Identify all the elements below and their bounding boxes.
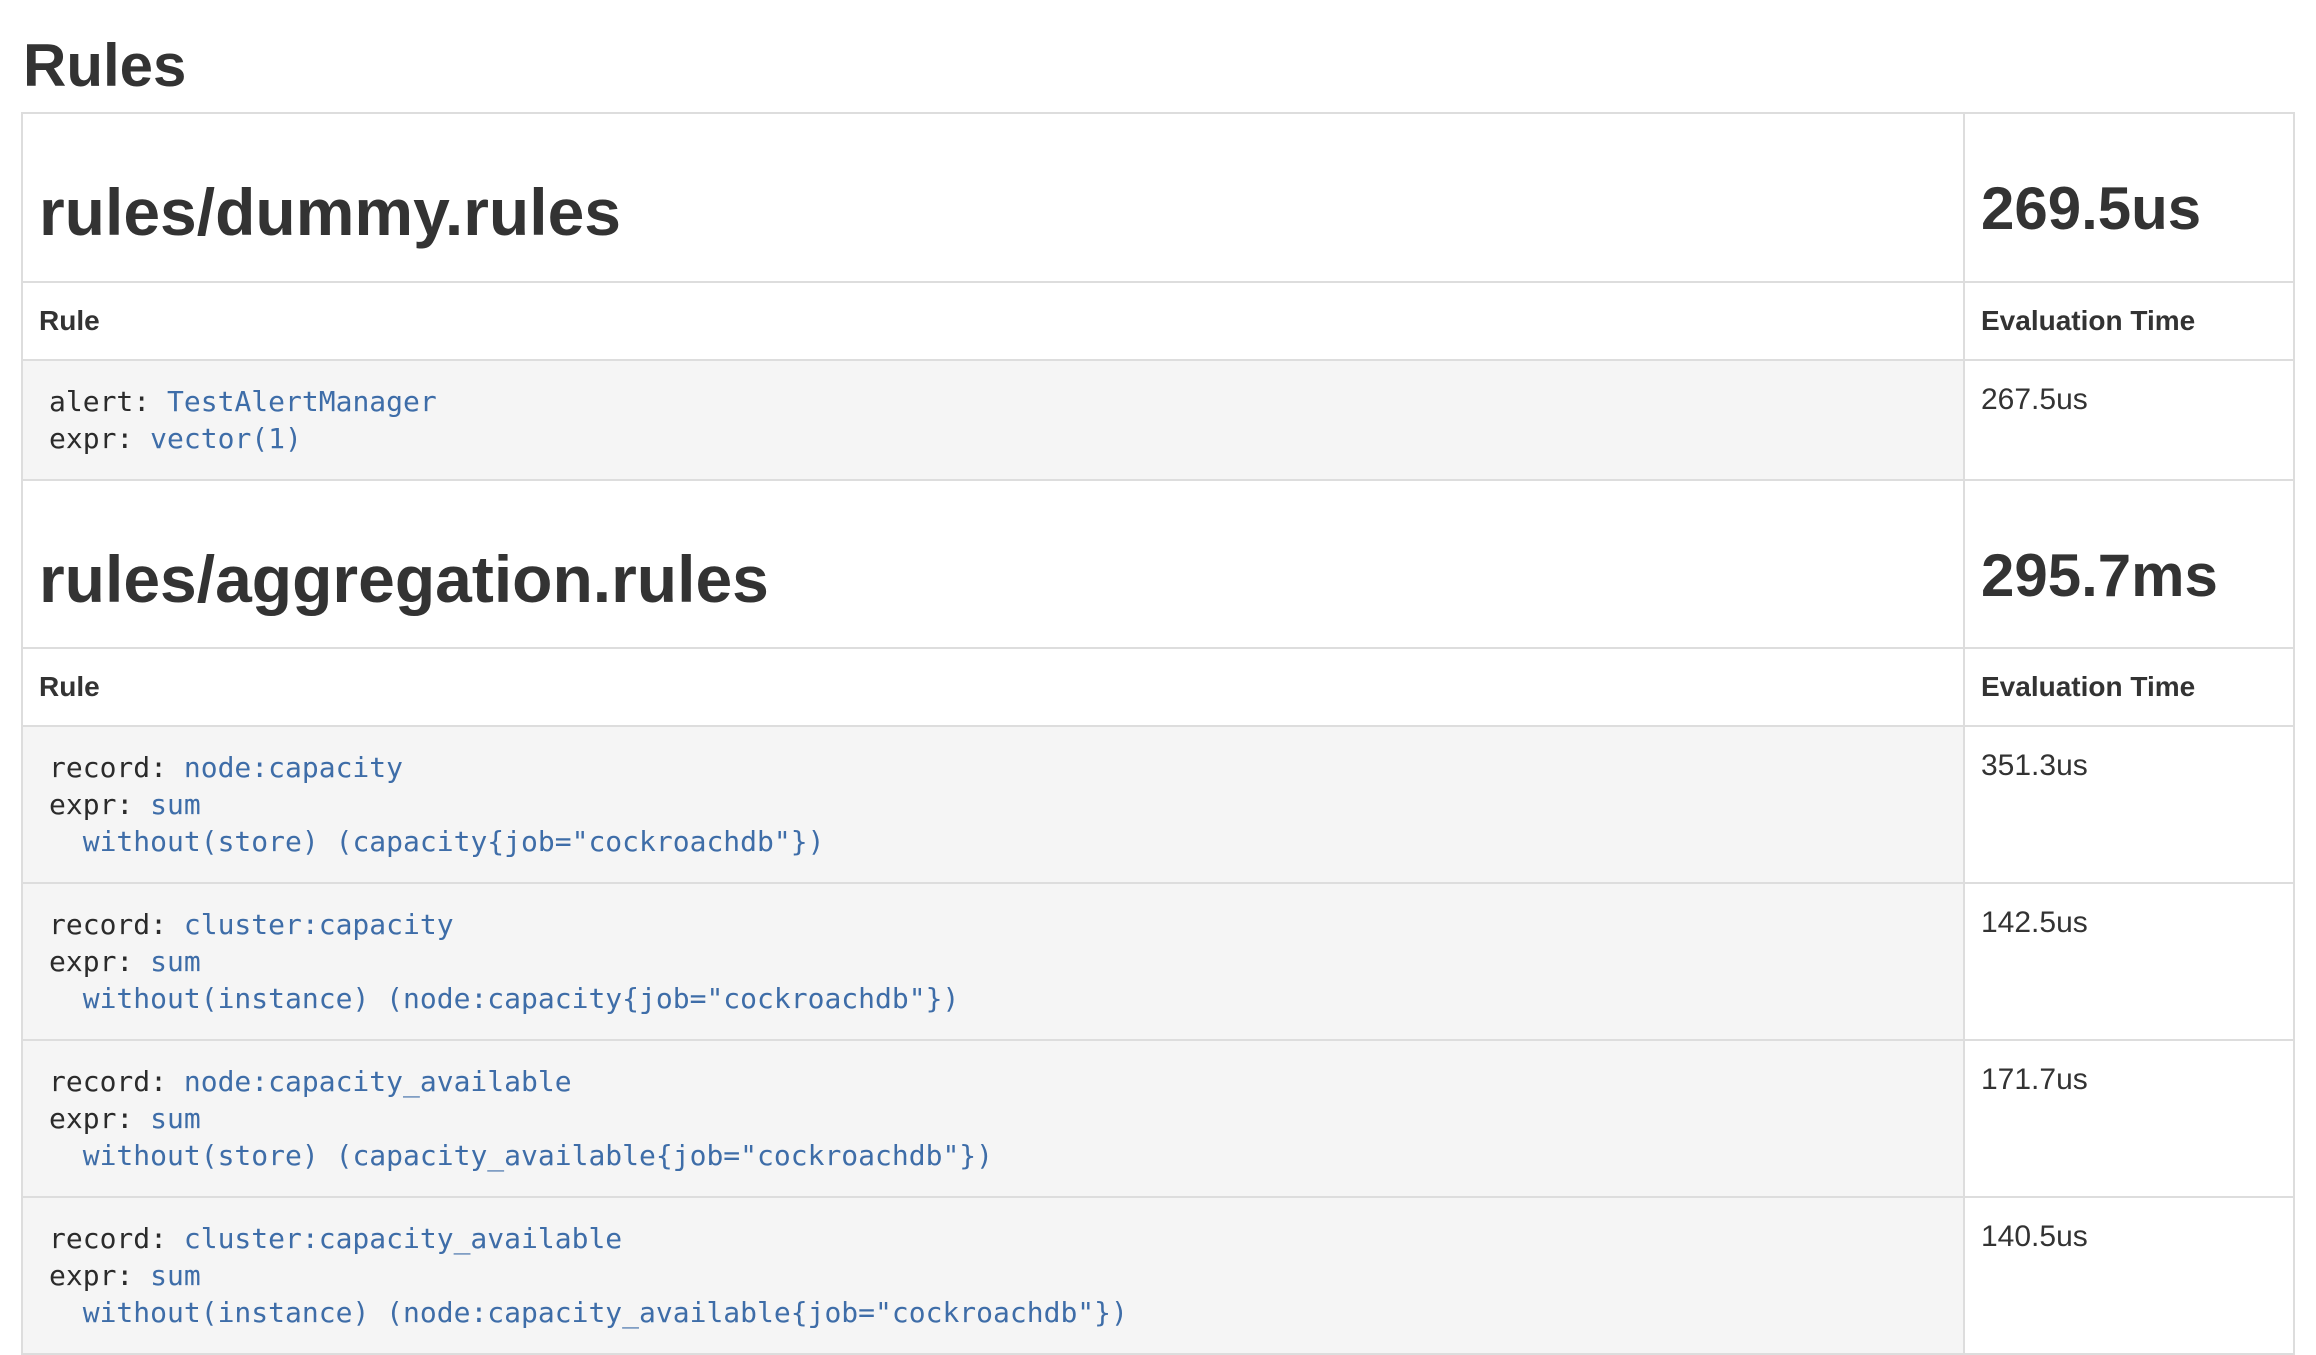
rule-code-line: expr: sum (49, 1100, 1937, 1137)
rule-code-key: record: (49, 1065, 184, 1098)
rule-link[interactable]: cluster:capacity (184, 908, 454, 941)
group-time-cell: 295.7ms (1964, 480, 2294, 649)
rule-cell: alert: TestAlertManagerexpr: vector(1) (22, 360, 1964, 480)
rule-link[interactable]: cluster:capacity_available (184, 1222, 622, 1255)
rule-code-line: record: node:capacity (49, 749, 1937, 786)
rule-code-line: without(store) (capacity_available{job="… (49, 1137, 1937, 1174)
evaluation-time-column-header: Evaluation Time (1964, 282, 2294, 360)
rule-link[interactable]: without(store) (capacity_available{job="… (83, 1139, 993, 1172)
rule-code-key: alert: (49, 385, 167, 418)
rule-code: record: node:capacityexpr: sum without(s… (39, 741, 1947, 868)
rule-code-line: expr: sum (49, 1257, 1937, 1294)
column-header-row: RuleEvaluation Time (22, 282, 2294, 360)
rule-cell: record: cluster:capacityexpr: sum withou… (22, 883, 1964, 1040)
rule-evaluation-time: 142.5us (1964, 883, 2294, 1040)
rule-link[interactable]: sum (150, 945, 201, 978)
rule-code-key (49, 1139, 83, 1172)
rule-row: record: node:capacityexpr: sum without(s… (22, 726, 2294, 883)
rule-code-key: record: (49, 1222, 184, 1255)
rule-evaluation-time: 171.7us (1964, 1040, 2294, 1197)
group-time-cell: 269.5us (1964, 113, 2294, 282)
rule-code-line: expr: vector(1) (49, 420, 1937, 457)
rule-link[interactable]: sum (150, 1102, 201, 1135)
rule-code: alert: TestAlertManagerexpr: vector(1) (39, 375, 1947, 465)
rule-code-line: expr: sum (49, 786, 1937, 823)
rule-code-line: without(store) (capacity{job="cockroachd… (49, 823, 1937, 860)
group-header-row: rules/dummy.rules 269.5us (22, 113, 2294, 282)
rule-code: record: cluster:capacityexpr: sum withou… (39, 898, 1947, 1025)
rule-code-key: expr: (49, 422, 150, 455)
rule-code-line: expr: sum (49, 943, 1937, 980)
rule-link[interactable]: without(instance) (node:capacity_availab… (83, 1296, 1128, 1329)
column-header-row: RuleEvaluation Time (22, 648, 2294, 726)
rule-column-header: Rule (22, 648, 1964, 726)
rule-code: record: cluster:capacity_availableexpr: … (39, 1212, 1947, 1339)
rule-evaluation-time: 140.5us (1964, 1197, 2294, 1354)
group-evaluation-time: 295.7ms (1981, 543, 2277, 609)
rule-column-header: Rule (22, 282, 1964, 360)
rule-link[interactable]: vector(1) (150, 422, 302, 455)
rule-code-line: record: cluster:capacity (49, 906, 1937, 943)
rule-row: record: node:capacity_availableexpr: sum… (22, 1040, 2294, 1197)
rule-code-line: alert: TestAlertManager (49, 383, 1937, 420)
rule-link[interactable]: sum (150, 1259, 201, 1292)
group-name: rules/dummy.rules (39, 176, 1947, 249)
rule-code-key: record: (49, 908, 184, 941)
rule-code: record: node:capacity_availableexpr: sum… (39, 1055, 1947, 1182)
rule-cell: record: node:capacityexpr: sum without(s… (22, 726, 1964, 883)
rule-link[interactable]: without(instance) (node:capacity{job="co… (83, 982, 960, 1015)
rule-row: alert: TestAlertManagerexpr: vector(1)26… (22, 360, 2294, 480)
rule-code-line: without(instance) (node:capacity_availab… (49, 1294, 1937, 1331)
rule-evaluation-time: 351.3us (1964, 726, 2294, 883)
rule-cell: record: cluster:capacity_availableexpr: … (22, 1197, 1964, 1354)
group-header-row: rules/aggregation.rules 295.7ms (22, 480, 2294, 649)
rule-code-key: expr: (49, 1259, 150, 1292)
rule-evaluation-time: 267.5us (1964, 360, 2294, 480)
rule-row: record: cluster:capacityexpr: sum withou… (22, 883, 2294, 1040)
rule-code-key: expr: (49, 945, 150, 978)
rule-code-key (49, 825, 83, 858)
rule-code-line: record: cluster:capacity_available (49, 1220, 1937, 1257)
rule-code-key (49, 1296, 83, 1329)
group-name: rules/aggregation.rules (39, 543, 1947, 616)
rule-link[interactable]: TestAlertManager (167, 385, 437, 418)
page-title: Rules (23, 33, 2293, 99)
rules-table-body: rules/dummy.rules269.5usRuleEvaluation T… (22, 113, 2294, 1354)
rule-link[interactable]: node:capacity (184, 751, 403, 784)
group-name-cell: rules/aggregation.rules (22, 480, 1964, 649)
rule-code-key: record: (49, 751, 184, 784)
rule-code-key (49, 982, 83, 1015)
rule-link[interactable]: sum (150, 788, 201, 821)
group-evaluation-time: 269.5us (1981, 176, 2277, 242)
rule-cell: record: node:capacity_availableexpr: sum… (22, 1040, 1964, 1197)
rule-row: record: cluster:capacity_availableexpr: … (22, 1197, 2294, 1354)
group-name-cell: rules/dummy.rules (22, 113, 1964, 282)
rule-code-line: without(instance) (node:capacity{job="co… (49, 980, 1937, 1017)
rule-code-key: expr: (49, 1102, 150, 1135)
rule-code-line: record: node:capacity_available (49, 1063, 1937, 1100)
rule-code-key: expr: (49, 788, 150, 821)
rule-link[interactable]: without(store) (capacity{job="cockroachd… (83, 825, 825, 858)
rule-link[interactable]: node:capacity_available (184, 1065, 572, 1098)
evaluation-time-column-header: Evaluation Time (1964, 648, 2294, 726)
rules-table: rules/dummy.rules269.5usRuleEvaluation T… (21, 112, 2295, 1355)
